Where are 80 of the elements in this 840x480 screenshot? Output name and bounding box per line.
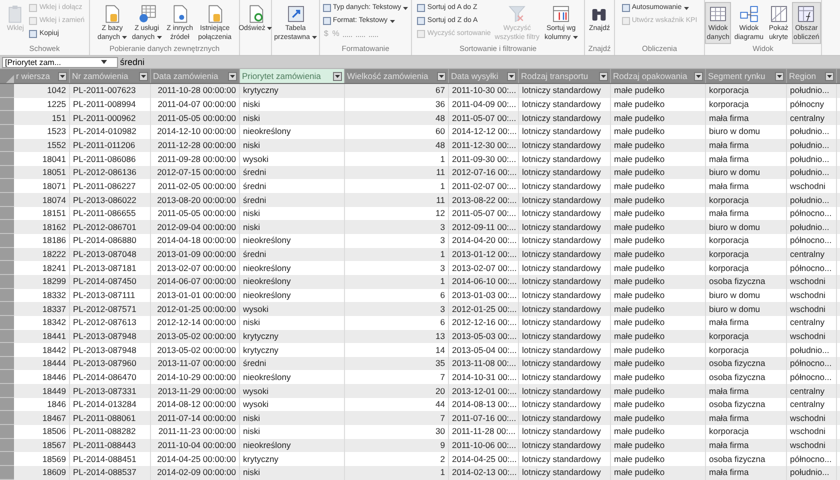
- row-selector[interactable]: [0, 466, 14, 480]
- row-selector[interactable]: [0, 193, 14, 207]
- filter-dropdown-button[interactable]: [437, 72, 446, 80]
- table-cell: małe pudełko: [611, 466, 706, 480]
- formula-value: średni: [120, 57, 145, 67]
- filter-dropdown-button[interactable]: [694, 72, 703, 80]
- row-selector[interactable]: [0, 452, 14, 466]
- filter-dropdown-button[interactable]: [333, 72, 342, 80]
- table-cell: PL-2014-088537: [70, 466, 151, 480]
- caret-icon: [122, 36, 128, 39]
- row-selector[interactable]: [0, 343, 14, 357]
- row-selector[interactable]: [0, 261, 14, 275]
- filter-dropdown-button[interactable]: [58, 72, 67, 80]
- filter-dropdown-button[interactable]: [139, 72, 148, 80]
- funnel-icon: [507, 4, 528, 24]
- caret-icon: [439, 74, 444, 78]
- row-selector[interactable]: [0, 152, 14, 166]
- filter-dropdown-button[interactable]: [507, 72, 516, 80]
- row-selector[interactable]: [0, 220, 14, 234]
- row-selector[interactable]: [0, 356, 14, 370]
- caret-icon: [267, 26, 272, 30]
- row-selector[interactable]: [0, 330, 14, 344]
- filter-dropdown-button[interactable]: [775, 72, 784, 80]
- row-selector[interactable]: [0, 206, 14, 220]
- caret-icon: [312, 36, 317, 39]
- caret-icon: [509, 74, 514, 78]
- filter-dropdown-button[interactable]: [599, 72, 608, 80]
- table-cell: niski: [240, 466, 345, 480]
- filter-dropdown-button[interactable]: [825, 72, 834, 80]
- row-selector[interactable]: [0, 370, 14, 384]
- row-selector[interactable]: [0, 438, 14, 452]
- table-cell: 18609: [14, 466, 70, 480]
- caret-icon: [60, 74, 65, 78]
- caret-icon: [827, 74, 832, 78]
- row-selector[interactable]: [0, 398, 14, 412]
- row-selector[interactable]: [0, 302, 14, 316]
- row-selector[interactable]: [0, 316, 14, 330]
- formula-grid-icon: [796, 4, 816, 24]
- caret-icon: [684, 6, 689, 10]
- caret-icon: [335, 74, 340, 78]
- pivot-table-icon: [286, 4, 306, 24]
- caret-icon: [601, 74, 606, 78]
- caret-icon: [141, 74, 146, 78]
- row-selector[interactable]: [0, 248, 14, 262]
- table-cell: lotniczy standardowy: [519, 466, 611, 480]
- globe-table-icon: [136, 4, 157, 24]
- table-cell: 2014-02-13 00:...: [449, 466, 519, 480]
- hidden-grid-icon: [768, 4, 789, 24]
- sort-table-icon: [551, 4, 572, 24]
- caret-icon: [230, 74, 235, 78]
- table-cell: mała firma: [706, 466, 787, 480]
- data-grid-icon: [708, 4, 728, 24]
- row-selector[interactable]: [0, 288, 14, 302]
- name-box-value: [Priorytet zam...: [5, 58, 62, 66]
- caret-icon: [403, 6, 408, 10]
- caret-icon: [390, 20, 395, 22]
- row-selector[interactable]: [0, 274, 14, 289]
- row-selector[interactable]: [0, 234, 14, 248]
- caret-icon: [777, 74, 782, 78]
- row-selector[interactable]: [0, 425, 14, 439]
- row-selector[interactable]: [0, 411, 14, 426]
- table-cell: południo...: [787, 466, 837, 480]
- row-selector[interactable]: [0, 384, 14, 398]
- row-selector[interactable]: [0, 84, 14, 98]
- caret-icon: [156, 36, 162, 39]
- row-selector[interactable]: [0, 98, 14, 112]
- filter-dropdown-button[interactable]: [228, 72, 237, 80]
- table-cell: 1: [345, 466, 449, 480]
- row-selector[interactable]: [0, 179, 14, 194]
- column-header[interactable]: Priorytet zamówienia: [240, 69, 345, 83]
- table-cell: 2014-02-09 00:00:00: [151, 466, 240, 480]
- caret-icon: [696, 74, 701, 78]
- caret-icon: [101, 60, 107, 64]
- name-box[interactable]: [Priorytet zam...: [2, 56, 118, 68]
- row-selector[interactable]: [0, 138, 14, 152]
- row-selector[interactable]: [0, 166, 14, 180]
- row-selector[interactable]: [0, 111, 14, 125]
- caret-icon: [572, 36, 578, 39]
- row-selector[interactable]: [0, 124, 14, 139]
- diagram-icon: [738, 4, 759, 24]
